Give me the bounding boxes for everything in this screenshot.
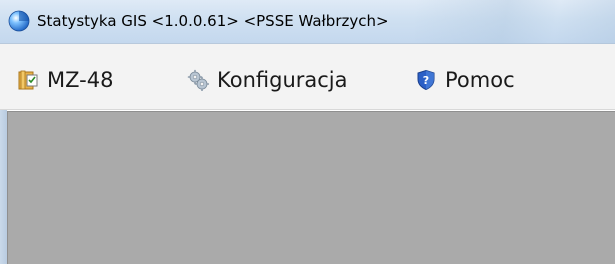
menu-item-pomoc[interactable]: ? Pomoc [415,66,515,94]
title-bar[interactable]: Statystyka GIS <1.0.0.61> <PSSE Wałbrzyc… [0,0,615,44]
svg-text:?: ? [423,74,429,87]
window-frame-left [0,110,7,264]
window-title: Statystyka GIS <1.0.0.61> <PSSE Wałbrzyc… [37,12,389,30]
menu-item-label: MZ-48 [47,68,114,92]
menu-bar: MZ-48 Konfiguracja ? Pomoc [0,44,615,110]
help-shield-icon: ? [417,69,435,91]
menu-item-label: Konfiguracja [217,68,348,92]
gears-icon [187,69,209,91]
menu-item-mz48[interactable]: MZ-48 [17,66,113,94]
folder-checklist-icon [18,70,38,90]
title-bar-glass [415,0,615,44]
client-area [7,111,615,264]
menu-item-label: Pomoc [445,68,515,92]
menu-item-konfiguracja[interactable]: Konfiguracja [187,66,348,94]
blue-sphere-icon [8,10,30,32]
application-window: Statystyka GIS <1.0.0.61> <PSSE Wałbrzyc… [0,0,615,264]
